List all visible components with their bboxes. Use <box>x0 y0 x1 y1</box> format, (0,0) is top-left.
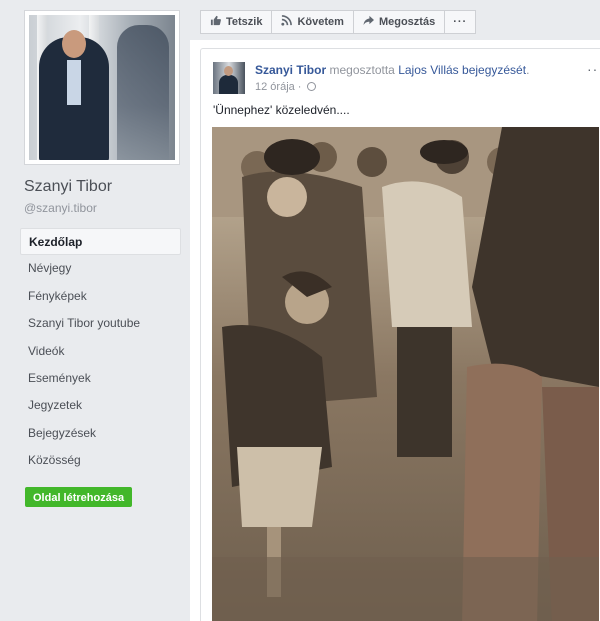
more-options-button[interactable]: ··· <box>444 10 477 34</box>
like-button[interactable]: Tetszik <box>200 10 273 34</box>
post-card: Szanyi Tibor megosztotta Lajos Villás be… <box>200 48 600 621</box>
sidebar-item-youtube[interactable]: Szanyi Tibor youtube <box>20 310 181 337</box>
original-post-link[interactable]: bejegyzését <box>462 63 526 77</box>
photo-image <box>212 127 599 621</box>
left-sidebar: Szanyi Tibor @szanyi.tibor Kezdőlap Névj… <box>0 0 190 621</box>
share-label: Megosztás <box>378 16 436 28</box>
create-page-button[interactable]: Oldal létrehozása <box>25 487 133 507</box>
page-navigation: Kezdőlap Névjegy Fényképek Szanyi Tibor … <box>20 228 181 475</box>
sidebar-item-home[interactable]: Kezdőlap <box>20 228 181 256</box>
sidebar-item-notes[interactable]: Jegyzetek <box>20 392 181 419</box>
sidebar-item-photos[interactable]: Fényképek <box>20 283 181 310</box>
globe-icon <box>306 82 316 91</box>
post-timestamp: 12 órája · <box>255 81 316 93</box>
post-author-link[interactable]: Szanyi Tibor <box>255 63 326 77</box>
main-column: Tetszik Követem Megosztás ··· Szanyi Tib… <box>190 0 600 621</box>
profile-photo <box>29 15 175 160</box>
sidebar-item-community[interactable]: Közösség <box>20 447 181 474</box>
shared-from-link[interactable]: Lajos Villás <box>398 63 458 77</box>
sidebar-item-events[interactable]: Események <box>20 365 181 392</box>
share-button[interactable]: Megosztás <box>352 10 446 34</box>
sidebar-item-videos[interactable]: Videók <box>20 338 181 365</box>
post-text: 'Ünnephez' közeledvén.... <box>213 103 350 117</box>
post-photo[interactable] <box>212 127 599 621</box>
header-period: . <box>526 63 530 77</box>
follow-label: Követem <box>297 16 344 28</box>
sidebar-item-about[interactable]: Névjegy <box>20 255 181 282</box>
page-handle[interactable]: @szanyi.tibor <box>24 201 97 215</box>
author-avatar[interactable] <box>213 62 245 94</box>
follow-button[interactable]: Követem <box>271 10 354 34</box>
post-header: Szanyi Tibor megosztotta Lajos Villás be… <box>255 63 529 77</box>
page-action-bar: Tetszik Követem Megosztás ··· <box>200 10 477 34</box>
page-title[interactable]: Szanyi Tibor <box>24 178 112 196</box>
sidebar-item-posts[interactable]: Bejegyzések <box>20 420 181 447</box>
rss-icon <box>281 15 293 29</box>
post-time[interactable]: 12 órája · <box>255 81 305 93</box>
shared-text: megosztotta <box>326 63 399 77</box>
like-label: Tetszik <box>226 16 263 28</box>
post-options-button[interactable]: ··· <box>587 61 600 77</box>
share-arrow-icon <box>363 15 374 29</box>
profile-picture[interactable] <box>24 10 180 165</box>
thumbs-up-icon <box>210 15 221 29</box>
